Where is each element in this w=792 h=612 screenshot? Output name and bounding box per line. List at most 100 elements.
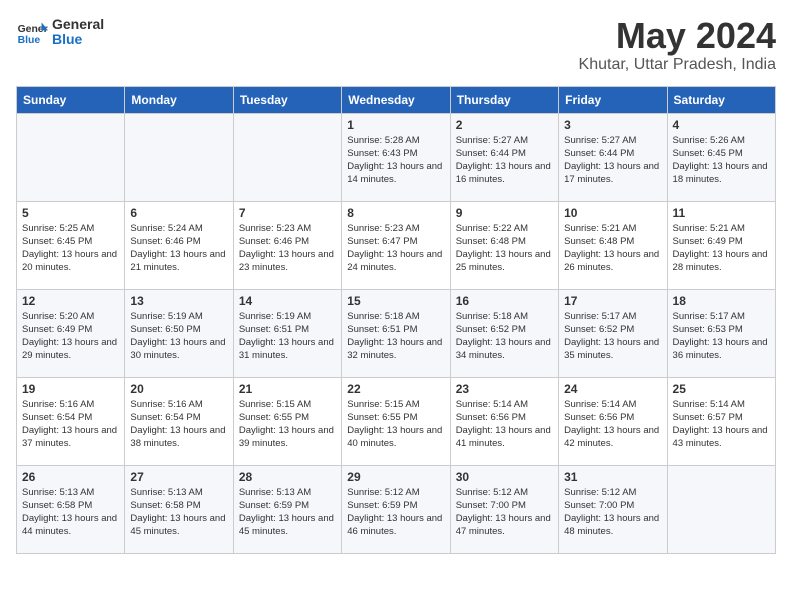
cell-info: Sunrise: 5:27 AMSunset: 6:44 PMDaylight:… [564, 134, 661, 187]
cell-info: Sunrise: 5:13 AMSunset: 6:59 PMDaylight:… [239, 486, 336, 539]
calendar-cell [125, 113, 233, 201]
calendar-cell: 17Sunrise: 5:17 AMSunset: 6:52 PMDayligh… [559, 289, 667, 377]
day-number: 2 [456, 118, 553, 132]
day-number: 11 [673, 206, 770, 220]
calendar-cell [233, 113, 341, 201]
day-number: 17 [564, 294, 661, 308]
cell-info: Sunrise: 5:24 AMSunset: 6:46 PMDaylight:… [130, 222, 227, 275]
calendar-cell: 12Sunrise: 5:20 AMSunset: 6:49 PMDayligh… [17, 289, 125, 377]
day-number: 29 [347, 470, 444, 484]
logo-text-blue: Blue [52, 32, 104, 47]
cell-info: Sunrise: 5:27 AMSunset: 6:44 PMDaylight:… [456, 134, 553, 187]
day-number: 13 [130, 294, 227, 308]
calendar-cell: 14 Sunrise: 5:19 AMSunset: 6:51 PMDayligh… [233, 289, 341, 377]
cell-info: Sunrise: 5:17 AMSunset: 6:53 PMDaylight:… [673, 310, 770, 363]
header-friday: Friday [559, 86, 667, 113]
page-header: General Blue General Blue May 2024 Khuta… [16, 16, 776, 74]
calendar-cell: 18 Sunrise: 5:17 AMSunset: 6:53 PMDayligh… [667, 289, 775, 377]
day-number: 23 [456, 382, 553, 396]
day-number: 21 [239, 382, 336, 396]
day-number: 5 [22, 206, 119, 220]
calendar-table: SundayMondayTuesdayWednesdayThursdayFrid… [16, 86, 776, 554]
cell-info: Sunrise: 5:18 AMSunset: 6:51 PMDaylight:… [347, 310, 444, 363]
day-number: 6 [130, 206, 227, 220]
calendar-cell: 26Sunrise: 5:13 AMSunset: 6:58 PMDayligh… [17, 465, 125, 553]
calendar-cell: 20Sunrise: 5:16 AMSunset: 6:54 PMDayligh… [125, 377, 233, 465]
month-year-title: May 2024 [579, 16, 776, 56]
calendar-cell: 22Sunrise: 5:15 AMSunset: 6:55 PMDayligh… [342, 377, 450, 465]
calendar-cell: 24 Sunrise: 5:14 AMSunset: 6:56 PMDayligh… [559, 377, 667, 465]
day-number: 19 [22, 382, 119, 396]
cell-info: Sunrise: 5:28 AMSunset: 6:43 PMDaylight:… [347, 134, 444, 187]
day-number: 25 [673, 382, 770, 396]
week-row-2: 5Sunrise: 5:25 AMSunset: 6:45 PMDaylight… [17, 201, 776, 289]
calendar-cell: 19 Sunrise: 5:16 AMSunset: 6:54 PMDayligh… [17, 377, 125, 465]
header-saturday: Saturday [667, 86, 775, 113]
day-number: 14 [239, 294, 336, 308]
cell-info: Sunrise: 5:15 AMSunset: 6:55 PMDaylight:… [239, 398, 336, 451]
day-number: 3 [564, 118, 661, 132]
day-number: 31 [564, 470, 661, 484]
cell-info: Sunrise: 5:22 AMSunset: 6:48 PMDaylight:… [456, 222, 553, 275]
header-monday: Monday [125, 86, 233, 113]
calendar-cell: 4Sunrise: 5:26 AMSunset: 6:45 PMDaylight… [667, 113, 775, 201]
logo-icon: General Blue [16, 16, 48, 48]
calendar-cell: 9 Sunrise: 5:22 AMSunset: 6:48 PMDaylight… [450, 201, 558, 289]
title-block: May 2024 Khutar, Uttar Pradesh, India [579, 16, 776, 74]
calendar-cell: 5Sunrise: 5:25 AMSunset: 6:45 PMDaylight… [17, 201, 125, 289]
week-row-3: 12Sunrise: 5:20 AMSunset: 6:49 PMDayligh… [17, 289, 776, 377]
logo: General Blue General Blue [16, 16, 104, 48]
week-row-1: 1 Sunrise: 5:28 AMSunset: 6:43 PMDaylight… [17, 113, 776, 201]
calendar-cell: 21 Sunrise: 5:15 AMSunset: 6:55 PMDayligh… [233, 377, 341, 465]
calendar-cell: 23 Sunrise: 5:14 AMSunset: 6:56 PMDayligh… [450, 377, 558, 465]
header-thursday: Thursday [450, 86, 558, 113]
cell-info: Sunrise: 5:14 AMSunset: 6:56 PMDaylight:… [564, 398, 661, 451]
day-number: 18 [673, 294, 770, 308]
calendar-cell: 15Sunrise: 5:18 AMSunset: 6:51 PMDayligh… [342, 289, 450, 377]
calendar-cell [667, 465, 775, 553]
cell-info: Sunrise: 5:20 AMSunset: 6:49 PMDaylight:… [22, 310, 119, 363]
day-number: 4 [673, 118, 770, 132]
calendar-cell: 10Sunrise: 5:21 AMSunset: 6:48 PMDayligh… [559, 201, 667, 289]
cell-info: Sunrise: 5:23 AMSunset: 6:46 PMDaylight:… [239, 222, 336, 275]
day-number: 22 [347, 382, 444, 396]
day-number: 26 [22, 470, 119, 484]
calendar-cell: 28Sunrise: 5:13 AMSunset: 6:59 PMDayligh… [233, 465, 341, 553]
calendar-cell: 11 Sunrise: 5:21 AMSunset: 6:49 PMDayligh… [667, 201, 775, 289]
day-number: 16 [456, 294, 553, 308]
day-number: 8 [347, 206, 444, 220]
day-number: 1 [347, 118, 444, 132]
header-sunday: Sunday [17, 86, 125, 113]
day-number: 9 [456, 206, 553, 220]
cell-info: Sunrise: 5:12 AMSunset: 7:00 PMDaylight:… [456, 486, 553, 539]
cell-info: Sunrise: 5:14 AMSunset: 6:56 PMDaylight:… [456, 398, 553, 451]
calendar-cell: 2 Sunrise: 5:27 AMSunset: 6:44 PMDaylight… [450, 113, 558, 201]
calendar-cell: 6 Sunrise: 5:24 AMSunset: 6:46 PMDaylight… [125, 201, 233, 289]
week-row-4: 19 Sunrise: 5:16 AMSunset: 6:54 PMDayligh… [17, 377, 776, 465]
header-wednesday: Wednesday [342, 86, 450, 113]
cell-info: Sunrise: 5:16 AMSunset: 6:54 PMDaylight:… [22, 398, 119, 451]
svg-text:Blue: Blue [18, 35, 41, 46]
calendar-cell: 25 Sunrise: 5:14 AMSunset: 6:57 PMDayligh… [667, 377, 775, 465]
location-subtitle: Khutar, Uttar Pradesh, India [579, 56, 776, 74]
cell-info: Sunrise: 5:18 AMSunset: 6:52 PMDaylight:… [456, 310, 553, 363]
cell-info: Sunrise: 5:16 AMSunset: 6:54 PMDaylight:… [130, 398, 227, 451]
calendar-cell: 8Sunrise: 5:23 AMSunset: 6:47 PMDaylight… [342, 201, 450, 289]
day-number: 27 [130, 470, 227, 484]
day-number: 24 [564, 382, 661, 396]
calendar-cell: 27 Sunrise: 5:13 AMSunset: 6:58 PMDayligh… [125, 465, 233, 553]
cell-info: Sunrise: 5:21 AMSunset: 6:49 PMDaylight:… [673, 222, 770, 275]
cell-info: Sunrise: 5:12 AMSunset: 6:59 PMDaylight:… [347, 486, 444, 539]
cell-info: Sunrise: 5:19 AMSunset: 6:51 PMDaylight:… [239, 310, 336, 363]
calendar-cell: 29 Sunrise: 5:12 AMSunset: 6:59 PMDayligh… [342, 465, 450, 553]
calendar-cell: 3 Sunrise: 5:27 AMSunset: 6:44 PMDaylight… [559, 113, 667, 201]
calendar-cell [17, 113, 125, 201]
cell-info: Sunrise: 5:21 AMSunset: 6:48 PMDaylight:… [564, 222, 661, 275]
calendar-cell: 30Sunrise: 5:12 AMSunset: 7:00 PMDayligh… [450, 465, 558, 553]
cell-info: Sunrise: 5:12 AMSunset: 7:00 PMDaylight:… [564, 486, 661, 539]
calendar-cell: 1 Sunrise: 5:28 AMSunset: 6:43 PMDaylight… [342, 113, 450, 201]
cell-info: Sunrise: 5:14 AMSunset: 6:57 PMDaylight:… [673, 398, 770, 451]
calendar-cell: 16 Sunrise: 5:18 AMSunset: 6:52 PMDayligh… [450, 289, 558, 377]
calendar-cell: 31 Sunrise: 5:12 AMSunset: 7:00 PMDayligh… [559, 465, 667, 553]
cell-info: Sunrise: 5:13 AMSunset: 6:58 PMDaylight:… [130, 486, 227, 539]
